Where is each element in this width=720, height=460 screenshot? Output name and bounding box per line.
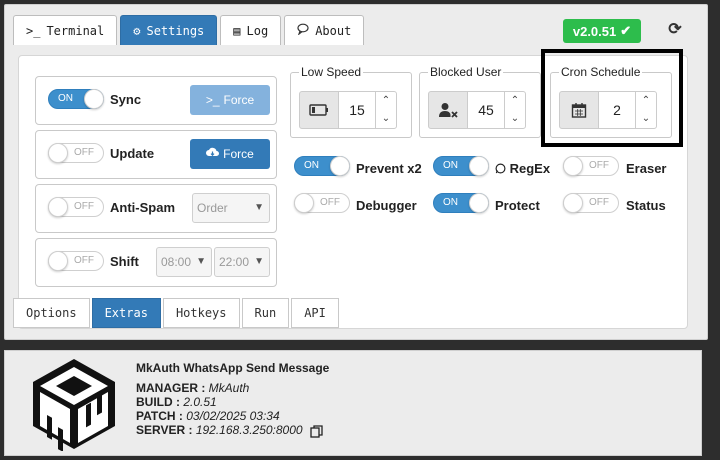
app-info-footer: MkAuth WhatsApp Send Message MANAGER : M… bbox=[4, 350, 702, 456]
version-badge: v2.0.51 ✔ bbox=[563, 19, 641, 43]
chevron-down-icon: ▼ bbox=[196, 256, 206, 267]
app-info: MkAuth WhatsApp Send Message MANAGER : M… bbox=[136, 361, 330, 438]
update-force-button[interactable]: Force bbox=[190, 139, 270, 169]
blocked-user-stepper[interactable]: ⌃ ⌄ bbox=[504, 91, 526, 129]
user-block-icon bbox=[428, 91, 468, 129]
prevent-x2-toggle[interactable]: ON bbox=[294, 156, 350, 176]
patch-line: PATCH : 03/02/2025 03:34 bbox=[136, 409, 280, 423]
prevent-x2-label: Prevent x2 bbox=[356, 161, 422, 176]
tab-api[interactable]: API bbox=[291, 298, 339, 328]
copy-icon[interactable] bbox=[310, 425, 323, 438]
list-icon: ▤ bbox=[233, 23, 241, 38]
tab-settings[interactable]: ⚙ Settings bbox=[120, 15, 218, 45]
whatsapp-icon bbox=[495, 161, 510, 176]
anti-spam-toggle[interactable]: OFF bbox=[48, 197, 104, 217]
app-title: MkAuth WhatsApp Send Message bbox=[136, 361, 330, 375]
low-speed-input[interactable]: 15 bbox=[338, 91, 376, 129]
server-line: SERVER : 192.168.3.250:8000 bbox=[136, 423, 329, 438]
check-icon: ✔ bbox=[620, 23, 632, 38]
chevron-down-icon[interactable]: ⌄ bbox=[376, 110, 396, 128]
regex-toggle[interactable]: ON bbox=[433, 156, 489, 176]
cron-schedule-highlight bbox=[541, 49, 683, 147]
chevron-down-icon: ▼ bbox=[254, 256, 264, 267]
manager-line: MANAGER : MkAuth bbox=[136, 381, 250, 395]
comment-icon bbox=[297, 23, 309, 38]
low-speed-stepper[interactable]: ⌃ ⌄ bbox=[375, 91, 397, 129]
chevron-down-icon: ▼ bbox=[254, 202, 264, 213]
blocked-user-input[interactable]: 45 bbox=[467, 91, 505, 129]
tab-options[interactable]: Options bbox=[13, 298, 90, 328]
eraser-toggle[interactable]: OFF bbox=[563, 156, 619, 176]
chevron-up-icon[interactable]: ⌃ bbox=[505, 92, 525, 110]
battery-icon bbox=[299, 91, 339, 129]
blocked-user-legend: Blocked User bbox=[428, 65, 504, 79]
cloud-download-icon bbox=[206, 147, 220, 161]
chevron-up-icon[interactable]: ⌃ bbox=[376, 92, 396, 110]
tab-extras[interactable]: Extras bbox=[91, 298, 161, 328]
low-speed-fieldset: Low Speed 15 ⌃ ⌄ bbox=[290, 65, 412, 138]
shift-end-select[interactable]: 22:00 ▼ bbox=[214, 247, 270, 277]
refresh-icon[interactable]: ⟳ bbox=[665, 19, 685, 39]
bottom-tabs: Options Extras Hotkeys Run API bbox=[13, 298, 339, 328]
update-row: OFF Update Force bbox=[35, 130, 277, 179]
status-label: Status bbox=[626, 198, 666, 213]
sync-force-button[interactable]: >_ Force bbox=[190, 85, 270, 115]
debugger-label: Debugger bbox=[356, 198, 417, 213]
protect-toggle[interactable]: ON bbox=[433, 193, 489, 213]
terminal-icon: >_ bbox=[205, 93, 220, 107]
top-tabs: >_ Terminal ⚙ Settings ▤ Log About bbox=[13, 15, 365, 45]
regex-label: RegEx bbox=[495, 161, 550, 176]
shift-label: Shift bbox=[110, 254, 139, 269]
shift-start-select[interactable]: 08:00 ▼ bbox=[156, 247, 212, 277]
chevron-down-icon[interactable]: ⌄ bbox=[505, 110, 525, 128]
anti-spam-label: Anti-Spam bbox=[110, 200, 175, 215]
tab-about[interactable]: About bbox=[284, 15, 365, 45]
eraser-label: Eraser bbox=[626, 161, 667, 176]
protect-label: Protect bbox=[495, 198, 540, 213]
tab-terminal[interactable]: >_ Terminal bbox=[13, 15, 118, 45]
update-toggle[interactable]: OFF bbox=[48, 143, 104, 163]
gears-icon: ⚙ bbox=[133, 23, 141, 38]
sync-row: ON Sync >_ Force bbox=[35, 76, 277, 125]
mkauth-logo bbox=[29, 357, 119, 452]
low-speed-legend: Low Speed bbox=[299, 65, 364, 79]
shift-toggle[interactable]: OFF bbox=[48, 251, 104, 271]
sync-label: Sync bbox=[110, 92, 142, 107]
tab-hotkeys[interactable]: Hotkeys bbox=[162, 298, 240, 328]
anti-spam-order-select[interactable]: Order ▼ bbox=[192, 193, 270, 223]
sync-toggle[interactable]: ON bbox=[48, 89, 104, 109]
tab-log[interactable]: ▤ Log bbox=[220, 15, 282, 45]
blocked-user-fieldset: Blocked User 45 ⌃ ⌄ bbox=[419, 65, 541, 138]
shift-row: OFF Shift 08:00 ▼ 22:00 ▼ bbox=[35, 238, 277, 287]
update-label: Update bbox=[110, 146, 155, 161]
settings-panel: >_ Terminal ⚙ Settings ▤ Log About v2.0.… bbox=[4, 4, 708, 340]
debugger-toggle[interactable]: OFF bbox=[294, 193, 350, 213]
status-toggle[interactable]: OFF bbox=[563, 193, 619, 213]
terminal-icon: >_ bbox=[26, 23, 41, 38]
build-line: BUILD : 2.0.51 bbox=[136, 395, 217, 409]
anti-spam-row: OFF Anti-Spam Order ▼ bbox=[35, 184, 277, 233]
tab-run[interactable]: Run bbox=[241, 298, 290, 328]
